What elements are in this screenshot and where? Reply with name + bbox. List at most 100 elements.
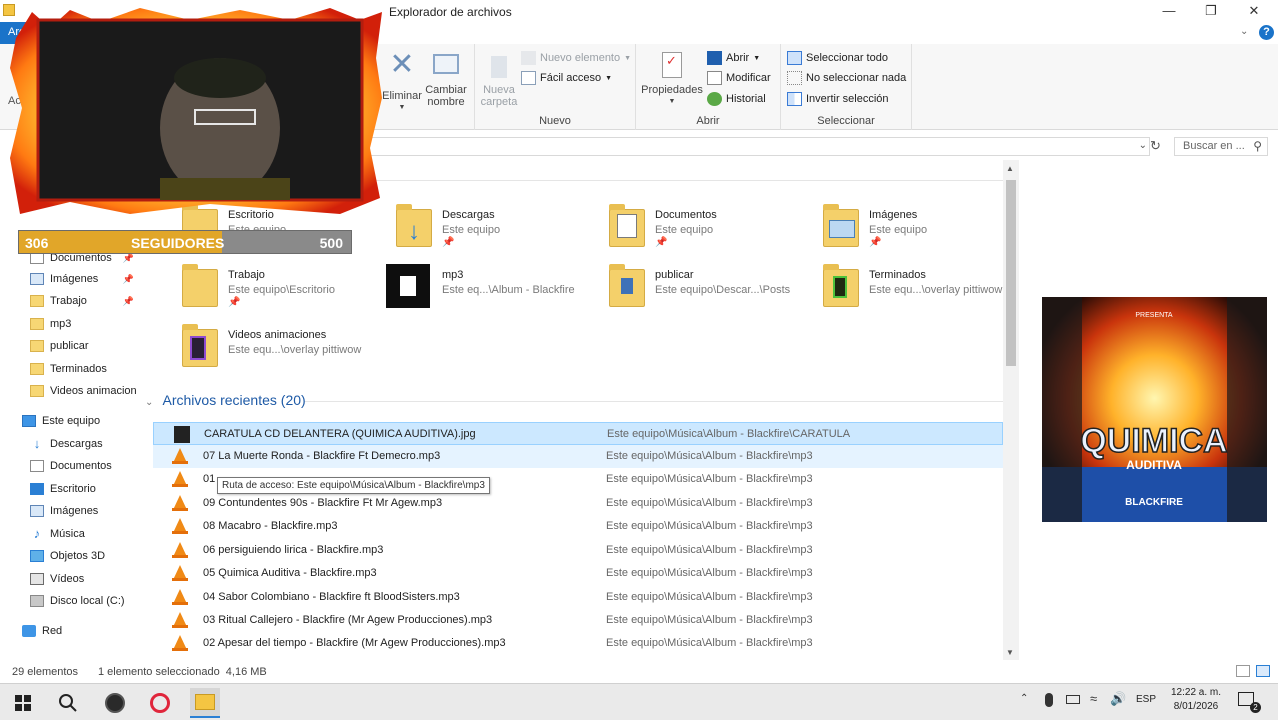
table-row[interactable]: 02 Apesar del tiempo - Blackfire (Mr Age… — [153, 632, 1003, 655]
file-path: Este equipo\Música\Album - Blackfire\mp3 — [606, 450, 813, 462]
help-icon[interactable]: ? — [1259, 25, 1274, 40]
table-row[interactable]: 05 Quimica Auditiva - Blackfire.mp3 Este… — [153, 562, 1003, 585]
maximize-button[interactable]: ❐ — [1196, 2, 1226, 20]
scroll-up-icon[interactable]: ▲ — [1006, 164, 1014, 173]
nav-label: Videos animacion — [50, 385, 137, 397]
delete-button[interactable]: ✕ Eliminar ▼ — [381, 50, 423, 114]
close-button[interactable]: ✕ — [1239, 2, 1269, 20]
desktop-icon — [30, 483, 44, 495]
image-thumbnail-icon — [174, 426, 190, 443]
search-input[interactable]: Buscar en ... ⚲ — [1174, 137, 1268, 156]
tile-name: Trabajo — [228, 269, 265, 281]
quick-tile-documentos[interactable]: Documentos Este equipo 📌 — [603, 204, 813, 256]
nav-label: Escritorio — [50, 483, 96, 495]
tiles-view-icon[interactable] — [1256, 665, 1270, 677]
open-button[interactable]: Abrir ▼ — [707, 49, 760, 67]
nav-label: Vídeos — [50, 573, 85, 585]
quick-tile-imagenes[interactable]: Imágenes Este equipo 📌 — [817, 204, 1006, 256]
album-cover-overlay: PRESENTA QUIMICA AUDITIVA BLACKFIRE — [1042, 297, 1267, 522]
selection-info: 1 elemento seleccionado 4,16 MB — [98, 666, 267, 678]
chevron-down-icon[interactable]: ⌄ — [1240, 26, 1248, 37]
file-name: CARATULA CD DELANTERA (QUIMICA AUDITIVA)… — [204, 428, 476, 440]
nav-label: Trabajo — [50, 295, 87, 307]
3d-objects-icon — [30, 550, 44, 562]
recent-files-header[interactable]: ⌄ Archivos recientes (20) — [145, 392, 306, 408]
folder-icon — [30, 363, 44, 375]
open-icon — [707, 51, 722, 65]
table-row[interactable]: 09 Contundentes 90s - Blackfire Ft Mr Ag… — [153, 492, 1003, 515]
tile-name: publicar — [655, 269, 694, 281]
file-explorer-app-button[interactable] — [190, 688, 220, 718]
nav-label: Red — [42, 625, 63, 637]
table-row[interactable]: 08 Macabro - Blackfire.mp3 Este equipo\M… — [153, 515, 1003, 538]
ribbon-group-new: Nueva carpeta Nuevo elemento ▼ Fácil acc… — [475, 44, 636, 130]
nav-item-este-equipo[interactable]: Este equipo — [0, 411, 140, 431]
search-taskbar-button[interactable] — [53, 688, 83, 718]
folder-icon — [176, 324, 222, 370]
nav-item-publicar[interactable]: publicar — [0, 336, 140, 356]
quick-tile-descargas[interactable]: ↓ Descargas Este equipo 📌 — [390, 204, 600, 256]
select-none-button[interactable]: No seleccionar nada — [787, 69, 906, 87]
history-button[interactable]: Historial — [707, 90, 766, 108]
nav-item-trabajo[interactable]: Trabajo 📌 — [0, 291, 140, 311]
clock-date: 8/01/2026 — [1173, 701, 1219, 712]
file-name: 01 — [203, 473, 216, 485]
scroll-down-icon[interactable]: ▼ — [1006, 648, 1014, 657]
followers-label: SEGUIDORES — [131, 235, 225, 251]
edit-button[interactable]: Modificar — [707, 69, 771, 87]
quick-tile-terminados[interactable]: Terminados Este equ...\overlay pittiwow — [817, 264, 1006, 316]
minimize-button[interactable]: — — [1154, 2, 1184, 20]
scrollbar-thumb[interactable] — [1006, 180, 1016, 366]
new-item-button[interactable]: Nuevo elemento ▼ — [521, 49, 631, 67]
chevron-down-icon[interactable]: ⌄ — [1139, 140, 1147, 151]
quick-tile-trabajo[interactable]: Trabajo Este equipo\Escritorio 📌 — [176, 264, 386, 316]
nav-item-imagenes[interactable]: Imágenes — [0, 501, 140, 521]
details-view-icon[interactable] — [1236, 665, 1250, 677]
refresh-icon[interactable]: ↻ — [1150, 138, 1164, 154]
table-row[interactable]: 04 Sabor Colombiano - Blackfire ft Blood… — [153, 586, 1003, 609]
microphone-icon[interactable] — [1045, 693, 1053, 707]
pictures-folder-icon — [817, 204, 863, 250]
volume-icon[interactable]: 🔊 — [1110, 691, 1126, 707]
table-row[interactable]: 07 La Muerte Ronda - Blackfire Ft Demecr… — [153, 445, 1003, 468]
chevron-up-icon[interactable]: ⌃ — [1020, 693, 1028, 704]
nav-item-musica[interactable]: ♪ Música — [0, 524, 140, 544]
new-folder-button[interactable]: Nueva carpeta — [479, 50, 519, 108]
language-indicator[interactable]: ESP — [1136, 694, 1156, 705]
quick-tile-publicar[interactable]: publicar Este equipo\Descar...\Posts — [603, 264, 813, 316]
vertical-scrollbar[interactable]: ▲ ▼ — [1003, 160, 1019, 660]
table-row[interactable]: 03 Ritual Callejero - Blackfire (Mr Agew… — [153, 609, 1003, 632]
select-all-button[interactable]: Seleccionar todo — [787, 49, 888, 67]
opera-app-button[interactable] — [145, 688, 175, 718]
easy-access-button[interactable]: Fácil acceso ▼ — [521, 69, 612, 87]
nav-item-imagenes-quick[interactable]: Imágenes 📌 — [0, 269, 140, 289]
obs-app-button[interactable] — [100, 688, 130, 718]
nav-item-terminados[interactable]: Terminados — [0, 359, 140, 379]
nav-item-mp3[interactable]: mp3 — [0, 314, 140, 334]
nav-item-videos-animacion[interactable]: Videos animacion — [0, 381, 140, 401]
nav-item-disco-local[interactable]: Disco local (C:) — [0, 591, 140, 611]
nav-item-descargas[interactable]: ↓ Descargas — [0, 434, 140, 454]
nav-item-objetos-3d[interactable]: Objetos 3D — [0, 546, 140, 566]
file-name: 07 La Muerte Ronda - Blackfire Ft Demecr… — [203, 450, 441, 462]
rename-button[interactable]: Cambiar nombre — [424, 50, 468, 108]
battery-icon[interactable] — [1066, 695, 1080, 704]
nav-label: Terminados — [50, 363, 107, 375]
nav-item-documentos[interactable]: Documentos — [0, 456, 140, 476]
start-button[interactable] — [8, 688, 38, 718]
clock[interactable]: 12:22 a. m. 8/01/2026 — [1166, 687, 1226, 712]
quick-tile-videos-animaciones[interactable]: Videos animaciones Este equ...\overlay p… — [176, 324, 386, 376]
nav-item-escritorio[interactable]: Escritorio — [0, 479, 140, 499]
folder-icon — [603, 264, 649, 310]
properties-button[interactable]: ✓ Propiedades ▼ — [640, 50, 704, 108]
quick-tile-mp3[interactable]: mp3 Este eq...\Album - Blackfire — [384, 264, 594, 316]
folder-icon — [817, 264, 863, 310]
wifi-icon[interactable]: ≈ — [1090, 691, 1097, 706]
table-row[interactable]: CARATULA CD DELANTERA (QUIMICA AUDITIVA)… — [153, 422, 1003, 445]
table-row[interactable]: 06 persiguiendo lirica - Blackfire.mp3 E… — [153, 539, 1003, 562]
invert-selection-button[interactable]: Invertir selección — [787, 90, 889, 108]
nav-item-red[interactable]: Red — [0, 621, 140, 641]
nav-item-videos[interactable]: Vídeos — [0, 569, 140, 589]
tile-name: Documentos — [655, 209, 717, 221]
downloads-folder-icon: ↓ — [390, 204, 436, 250]
